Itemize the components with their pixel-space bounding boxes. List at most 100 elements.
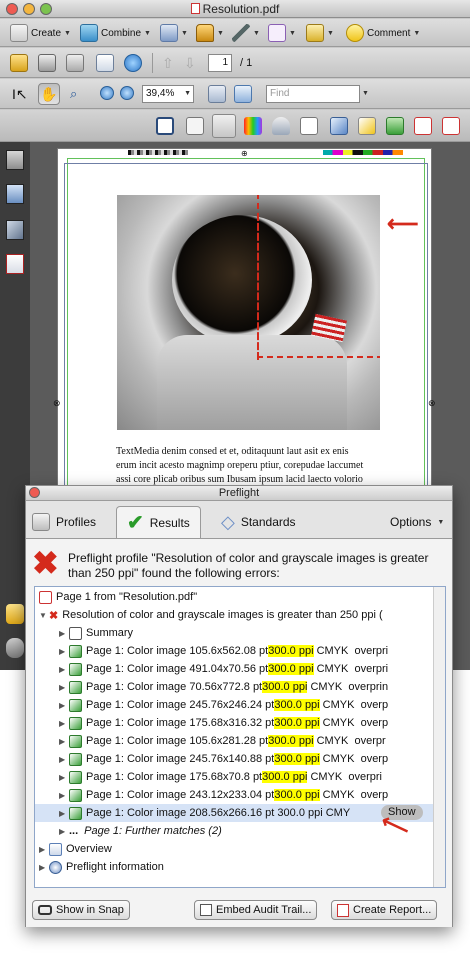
paperclip-icon[interactable] bbox=[6, 638, 24, 658]
show-in-snap-button[interactable]: Show in Snap bbox=[32, 900, 130, 920]
attachments-info-icon[interactable] bbox=[6, 254, 24, 274]
fit-width-icon[interactable] bbox=[234, 85, 252, 103]
chevron-down-icon: ▼ bbox=[289, 29, 296, 37]
tree-item-suffix: CMYK overpri bbox=[313, 663, 389, 675]
select-tool-icon[interactable]: I↖ bbox=[12, 86, 28, 103]
pdf-optimizer-icon[interactable] bbox=[442, 117, 460, 135]
multimedia-button[interactable]: ▼ bbox=[306, 22, 334, 44]
preflight-title-bar: Preflight bbox=[26, 486, 452, 501]
tree-scrollbar[interactable] bbox=[433, 587, 445, 887]
options-menu[interactable]: Options ▼ bbox=[390, 506, 444, 538]
tab-results[interactable]: ✔ Results bbox=[116, 506, 201, 538]
hand-tool-icon[interactable]: ✋ bbox=[38, 83, 60, 105]
comment-button[interactable]: Comment ▼ bbox=[346, 22, 420, 44]
tree-summary[interactable]: ▶ Summary bbox=[59, 624, 133, 642]
sign-button[interactable]: ▼ bbox=[232, 22, 260, 44]
marquee-zoom-icon[interactable]: ⌕ bbox=[70, 86, 77, 102]
email-icon[interactable] bbox=[96, 54, 114, 72]
image-icon bbox=[69, 662, 82, 676]
convert-colors-icon[interactable] bbox=[414, 117, 432, 135]
tree-item-suffix: CMYK overpr bbox=[313, 735, 386, 747]
share-icon[interactable] bbox=[124, 54, 142, 72]
audit-icon bbox=[200, 904, 212, 916]
fit-page-icon[interactable] bbox=[208, 85, 226, 103]
comment-icon bbox=[346, 24, 364, 42]
red-arrow-icon: ⟵ bbox=[387, 211, 419, 236]
zoom-out-icon[interactable] bbox=[100, 86, 114, 100]
chevron-down-icon[interactable]: ▼ bbox=[362, 90, 369, 97]
tree-item-suffix: CMYK overpri bbox=[307, 771, 382, 783]
tree-further-matches[interactable]: ▶ ... Page 1: Further matches (2) bbox=[59, 822, 222, 840]
image-icon bbox=[69, 698, 82, 712]
bookmarks-panel-icon[interactable] bbox=[6, 184, 24, 204]
options-label: Options bbox=[390, 515, 432, 529]
results-tree[interactable]: Page 1 from "Resolution.pdf" ▼ ✖ Resolut… bbox=[34, 586, 446, 888]
zoom-in-icon[interactable] bbox=[120, 86, 134, 100]
disclosure-closed-icon: ▶ bbox=[39, 844, 46, 854]
secure-button[interactable]: ▼ bbox=[196, 22, 224, 44]
snap-icon bbox=[38, 905, 52, 915]
process-color-bar bbox=[323, 150, 403, 155]
tree-item[interactable]: ▶ Page 1: Color image 70.56x772.8 pt 300.… bbox=[59, 678, 388, 696]
previous-page-icon[interactable]: ⇧ bbox=[162, 55, 174, 72]
combine-button[interactable]: Combine ▼ bbox=[80, 22, 151, 44]
crop-tool-icon[interactable] bbox=[156, 117, 174, 135]
tree-item[interactable]: ▶ Page 1: Color image 245.76x140.88 pt 30… bbox=[59, 750, 388, 768]
color-bar: ⊕ bbox=[58, 149, 433, 158]
ink-manager-icon[interactable] bbox=[272, 117, 290, 135]
collaborate-icon bbox=[160, 24, 178, 42]
comments-panel-icon[interactable] bbox=[6, 604, 24, 624]
print-icon[interactable] bbox=[38, 54, 56, 72]
tree-overview[interactable]: ▶ Overview bbox=[39, 840, 112, 858]
tree-rule[interactable]: ▼ ✖ Resolution of color and grayscale im… bbox=[39, 606, 383, 624]
save-icon[interactable] bbox=[66, 54, 84, 72]
tab-standards[interactable]: ◇ Standards bbox=[221, 506, 296, 538]
gray-bar bbox=[128, 150, 188, 155]
next-page-icon[interactable]: ⇩ bbox=[184, 55, 196, 72]
tree-item[interactable]: ▶ Page 1: Color image 105.6x281.28 pt 300… bbox=[59, 732, 386, 750]
create-button[interactable]: Create ▼ bbox=[10, 22, 71, 44]
show-in-snap-label: Show in Snap bbox=[56, 904, 124, 916]
tree-item-prefix: Page 1: Color image 175.68x316.32 pt bbox=[86, 717, 275, 729]
forms-button[interactable]: ▼ bbox=[268, 22, 296, 44]
tree-item-ppi: 300.0 ppi bbox=[274, 717, 320, 729]
trap-presets-icon[interactable] bbox=[300, 117, 318, 135]
tree-item[interactable]: ▶ Page 1: Color image 175.68x70.8 pt 300.… bbox=[59, 768, 382, 786]
tree-item[interactable]: ▶ Page 1: Color image 245.76x246.24 pt 30… bbox=[59, 696, 388, 714]
flatten-icon[interactable] bbox=[386, 117, 404, 135]
zoom-level-select[interactable]: 39,4% ▼ bbox=[142, 85, 194, 103]
tree-item[interactable]: ▶ Page 1: Color image 491.04x70.56 pt 300… bbox=[59, 660, 388, 678]
crop-handle-right[interactable]: ⊗ bbox=[428, 398, 436, 409]
image-icon bbox=[69, 716, 82, 730]
tree-preflight-info[interactable]: ▶ Preflight information bbox=[39, 858, 164, 876]
tree-item[interactable]: ▶ Page 1: Color image 105.6x562.08 pt 300… bbox=[59, 642, 388, 660]
disclosure-closed-icon: ▶ bbox=[59, 718, 66, 728]
open-folder-icon[interactable] bbox=[10, 54, 28, 72]
collaborate-button[interactable]: ▼ bbox=[160, 22, 188, 44]
forms-icon bbox=[268, 24, 286, 42]
tree-item[interactable]: ▶ Page 1: Color image 243.12x233.04 pt 30… bbox=[59, 786, 388, 804]
astronaut-photo[interactable] bbox=[117, 195, 380, 430]
embed-audit-trail-button[interactable]: Embed Audit Trail... bbox=[194, 900, 318, 920]
create-report-button[interactable]: Create Report... bbox=[331, 900, 438, 920]
close-dialog-button[interactable] bbox=[29, 487, 40, 498]
standards-icon: ◇ bbox=[221, 511, 235, 532]
find-input[interactable]: Find bbox=[266, 85, 360, 103]
tree-item[interactable]: ▶ Page 1: Color image 175.68x316.32 pt 30… bbox=[59, 714, 388, 732]
comment-label: Comment bbox=[367, 27, 411, 39]
output-preview-icon[interactable] bbox=[244, 117, 262, 135]
image-icon bbox=[69, 644, 82, 658]
page-boxes-icon[interactable] bbox=[186, 117, 204, 135]
pages-panel-icon[interactable] bbox=[6, 150, 24, 170]
tree-root[interactable]: Page 1 from "Resolution.pdf" bbox=[39, 588, 197, 606]
edit-object-icon[interactable] bbox=[330, 117, 348, 135]
signatures-panel-icon[interactable] bbox=[6, 220, 24, 240]
touchup-icon[interactable] bbox=[358, 117, 376, 135]
crop-handle-left[interactable]: ⊗ bbox=[53, 398, 61, 409]
page-number-input[interactable]: 1 bbox=[208, 54, 232, 72]
chevron-down-icon: ▼ bbox=[64, 29, 71, 37]
profiles-icon bbox=[32, 513, 50, 531]
tab-profiles[interactable]: Profiles bbox=[32, 506, 96, 538]
disclosure-closed-icon: ▶ bbox=[39, 862, 46, 872]
preflight-tool-icon[interactable] bbox=[212, 114, 236, 138]
